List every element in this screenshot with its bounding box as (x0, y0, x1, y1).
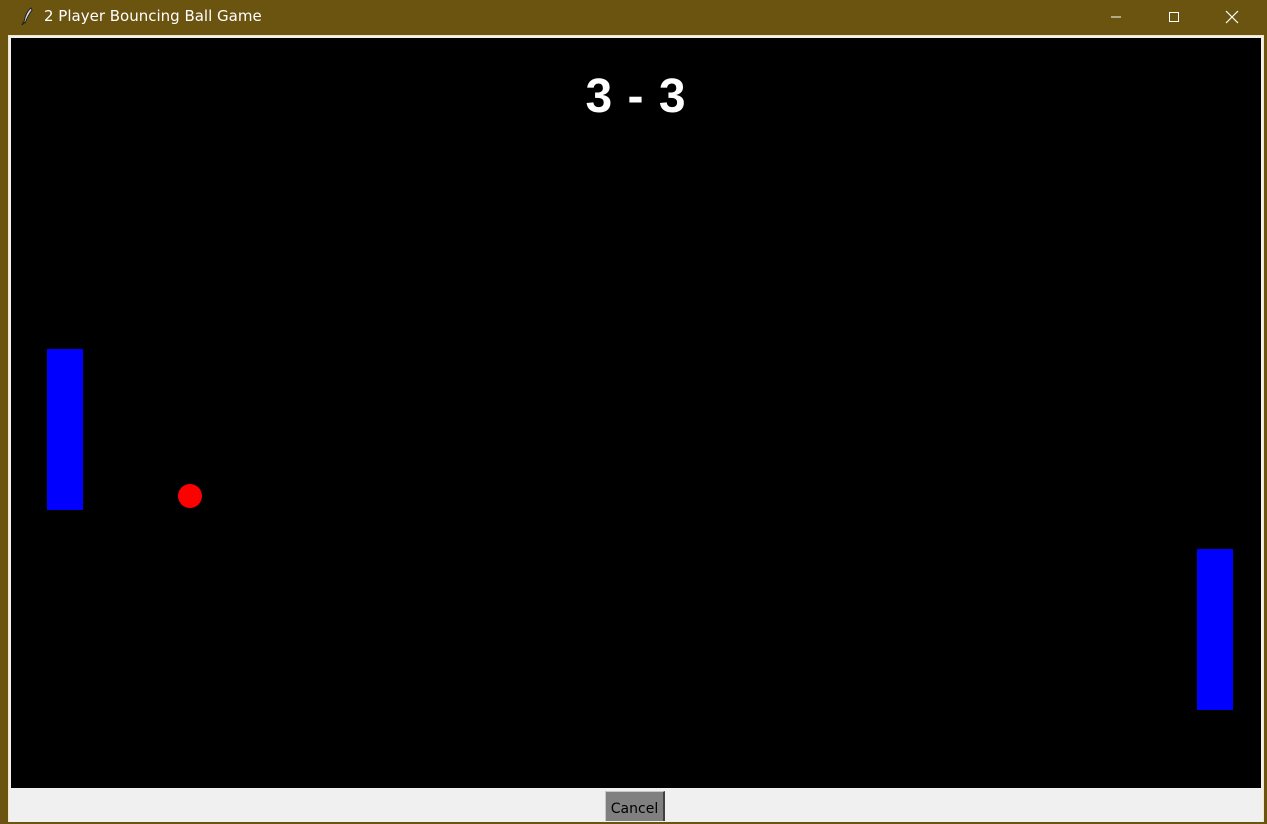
game-canvas[interactable]: 3 - 3 (11, 38, 1261, 788)
minimize-button[interactable] (1087, 0, 1145, 34)
left-paddle (47, 349, 83, 510)
right-paddle (1197, 549, 1233, 710)
cancel-button[interactable]: Cancel (605, 791, 665, 821)
feather-icon (18, 6, 38, 26)
close-icon (1225, 10, 1239, 24)
window-client-area: 3 - 3 Cancel (8, 35, 1264, 822)
maximize-button[interactable] (1145, 0, 1203, 34)
close-button[interactable] (1203, 0, 1261, 34)
app-window: 2 Player Bouncing Ball Game 3 - 3 Cancel (0, 0, 1267, 822)
title-bar[interactable]: 2 Player Bouncing Ball Game (0, 0, 1267, 34)
ball (178, 484, 202, 508)
score-display: 3 - 3 (585, 70, 687, 123)
maximize-icon (1168, 11, 1180, 23)
window-title: 2 Player Bouncing Ball Game (44, 7, 262, 25)
minimize-icon (1110, 11, 1122, 23)
button-bar: Cancel (9, 789, 1263, 822)
